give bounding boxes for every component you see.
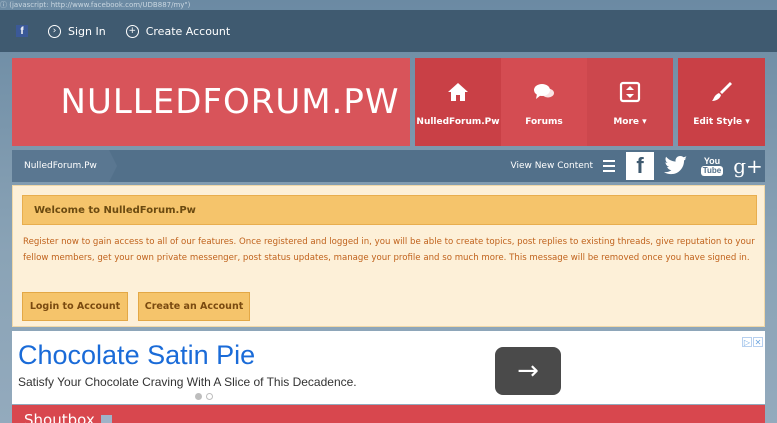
status-url-hint: ⓘ (javascript: http://www.facebook.com/U… xyxy=(0,1,191,9)
shoutbox-header: Shoutbox xyxy=(12,405,765,423)
nav-edit-style-label: Edit Style ▾ xyxy=(693,117,750,127)
ad-title-link[interactable]: Chocolate Satin Pie xyxy=(18,340,255,371)
carousel-dot[interactable] xyxy=(206,393,213,400)
view-new-content-link[interactable]: View New Content xyxy=(510,150,593,182)
breadcrumb-home-label: NulledForum.Pw xyxy=(24,161,97,171)
ad-choices[interactable]: ▷ ✕ xyxy=(741,337,763,347)
welcome-title: Welcome to NulledForum.Pw xyxy=(22,195,757,225)
top-user-bar: f › Sign In + Create Account xyxy=(0,10,777,52)
sign-in-label: Sign In xyxy=(68,24,106,38)
carousel-dot-active[interactable] xyxy=(195,393,202,400)
gplus-social-button[interactable]: g+ xyxy=(731,150,765,182)
nav-more[interactable]: More ▾ xyxy=(587,58,673,146)
site-logo[interactable]: NULLEDFORUM.PW xyxy=(12,58,410,146)
chevron-right-circle-icon: › xyxy=(48,24,61,38)
more-icon xyxy=(619,81,641,103)
welcome-message-box: Welcome to NulledForum.Pw Register now t… xyxy=(12,185,765,327)
youtube-social-button[interactable]: You Tube xyxy=(695,150,729,182)
create-account-button[interactable]: Create an Account xyxy=(138,292,250,321)
plus-circle-icon: + xyxy=(125,24,139,38)
breadcrumb-home[interactable]: NulledForum.Pw xyxy=(12,150,117,182)
view-new-content-label: View New Content xyxy=(510,161,593,171)
facebook-icon: f xyxy=(16,25,28,37)
ad-close-icon[interactable]: ✕ xyxy=(753,337,763,347)
nav-home-label: NulledForum.Pw xyxy=(416,117,500,127)
youtube-icon: You Tube xyxy=(698,152,726,180)
ad-subtitle: Satisfy Your Chocolate Craving With A Sl… xyxy=(18,375,357,389)
gplus-icon: g+ xyxy=(733,154,763,178)
site-header: NULLEDFORUM.PW NulledForum.Pw Forums Mor… xyxy=(12,58,765,146)
rss-icon[interactable] xyxy=(100,415,112,423)
chat-icon xyxy=(534,84,554,99)
create-account-link[interactable]: + Create Account xyxy=(125,24,231,38)
create-account-label: Create Account xyxy=(145,24,231,38)
twitter-social-button[interactable] xyxy=(659,150,693,182)
logo-text: NULLEDFORUM.PW xyxy=(60,82,400,122)
nav-more-label: More ▾ xyxy=(613,117,647,127)
nav-forums[interactable]: Forums xyxy=(501,58,587,146)
ad-arrow-button[interactable]: → xyxy=(495,347,561,395)
shoutbox-title: Shoutbox xyxy=(24,411,95,423)
advertisement: Chocolate Satin Pie Satisfy Your Chocola… xyxy=(12,331,765,404)
welcome-text: Register now to gain access to all of ou… xyxy=(23,237,755,263)
facebook-link[interactable]: f xyxy=(16,25,28,37)
nav-edit-style[interactable]: Edit Style ▾ xyxy=(678,58,765,146)
login-button[interactable]: Login to Account xyxy=(22,292,128,321)
nav-forums-label: Forums xyxy=(525,117,563,127)
brush-icon xyxy=(711,82,732,101)
sign-in-link[interactable]: › Sign In xyxy=(48,24,106,38)
ad-choices-icon: ▷ xyxy=(742,337,752,347)
twitter-icon xyxy=(662,152,690,180)
nav-home[interactable]: NulledForum.Pw xyxy=(415,58,501,146)
facebook-icon: f xyxy=(626,152,654,180)
menu-icon[interactable] xyxy=(603,160,615,172)
breadcrumb-bar: NulledForum.Pw View New Content f You Tu… xyxy=(12,150,765,182)
youtube-top-text: You xyxy=(703,156,721,166)
home-icon xyxy=(448,83,468,101)
facebook-social-button[interactable]: f xyxy=(623,150,657,182)
ad-carousel-dots xyxy=(195,393,217,400)
youtube-bottom-text: Tube xyxy=(700,166,724,176)
